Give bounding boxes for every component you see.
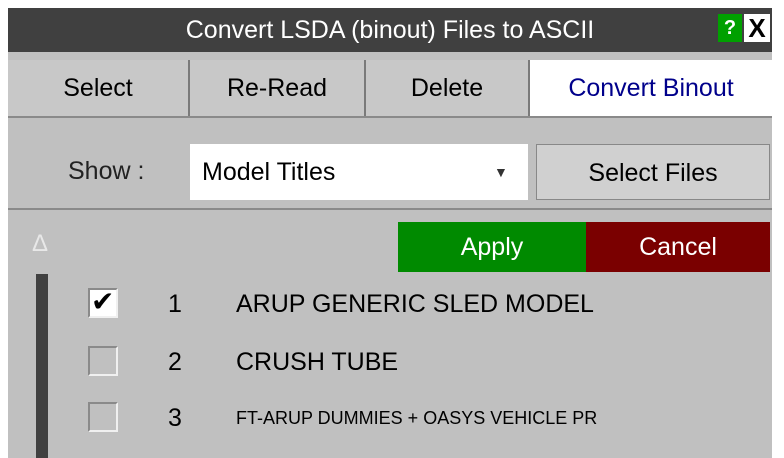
window-title: Convert LSDA (binout) Files to ASCII (185, 16, 595, 44)
convert-binout-window: Convert LSDA (binout) Files to ASCII ? X… (8, 8, 772, 458)
model-number: 2 (168, 348, 182, 376)
cancel-button[interactable]: Cancel (586, 222, 770, 272)
checkmark-icon: ✔ (91, 286, 115, 317)
help-button[interactable]: ? (718, 14, 742, 42)
show-label: Show : (68, 157, 145, 185)
model-checkbox[interactable]: ✔ (88, 286, 118, 318)
tab-delete[interactable]: Delete (366, 60, 530, 116)
close-icon[interactable]: X (744, 14, 770, 42)
list-item[interactable]: ✔ 1 ARUP GENERIC SLED MODEL (8, 278, 772, 330)
tab-re-read[interactable]: Re-Read (190, 60, 366, 116)
chevron-down-icon: ▼ (494, 164, 508, 180)
model-checkbox[interactable] (88, 346, 118, 376)
model-title: ARUP GENERIC SLED MODEL (236, 290, 594, 318)
scroll-up-icon[interactable]: Δ (32, 230, 48, 258)
apply-button[interactable]: Apply (398, 222, 586, 272)
tab-convert-binout[interactable]: Convert Binout (530, 60, 772, 116)
model-checkbox[interactable] (88, 402, 118, 432)
list-item[interactable]: 2 CRUSH TUBE (8, 336, 772, 388)
model-number: 3 (168, 404, 182, 432)
tab-select[interactable]: Select (8, 60, 190, 116)
model-number: 1 (168, 290, 182, 318)
list-item[interactable]: 3 FT-ARUP DUMMIES + OASYS VEHICLE PR (8, 392, 772, 444)
show-dropdown-value: Model Titles (202, 158, 336, 186)
title-bar[interactable]: Convert LSDA (binout) Files to ASCII ? X (8, 8, 772, 52)
select-files-button[interactable]: Select Files (536, 144, 770, 200)
show-dropdown[interactable]: Model Titles ▼ (190, 144, 528, 200)
model-title: FT-ARUP DUMMIES + OASYS VEHICLE PR (236, 408, 598, 428)
tab-separator (8, 116, 772, 118)
model-title: CRUSH TUBE (236, 348, 399, 376)
